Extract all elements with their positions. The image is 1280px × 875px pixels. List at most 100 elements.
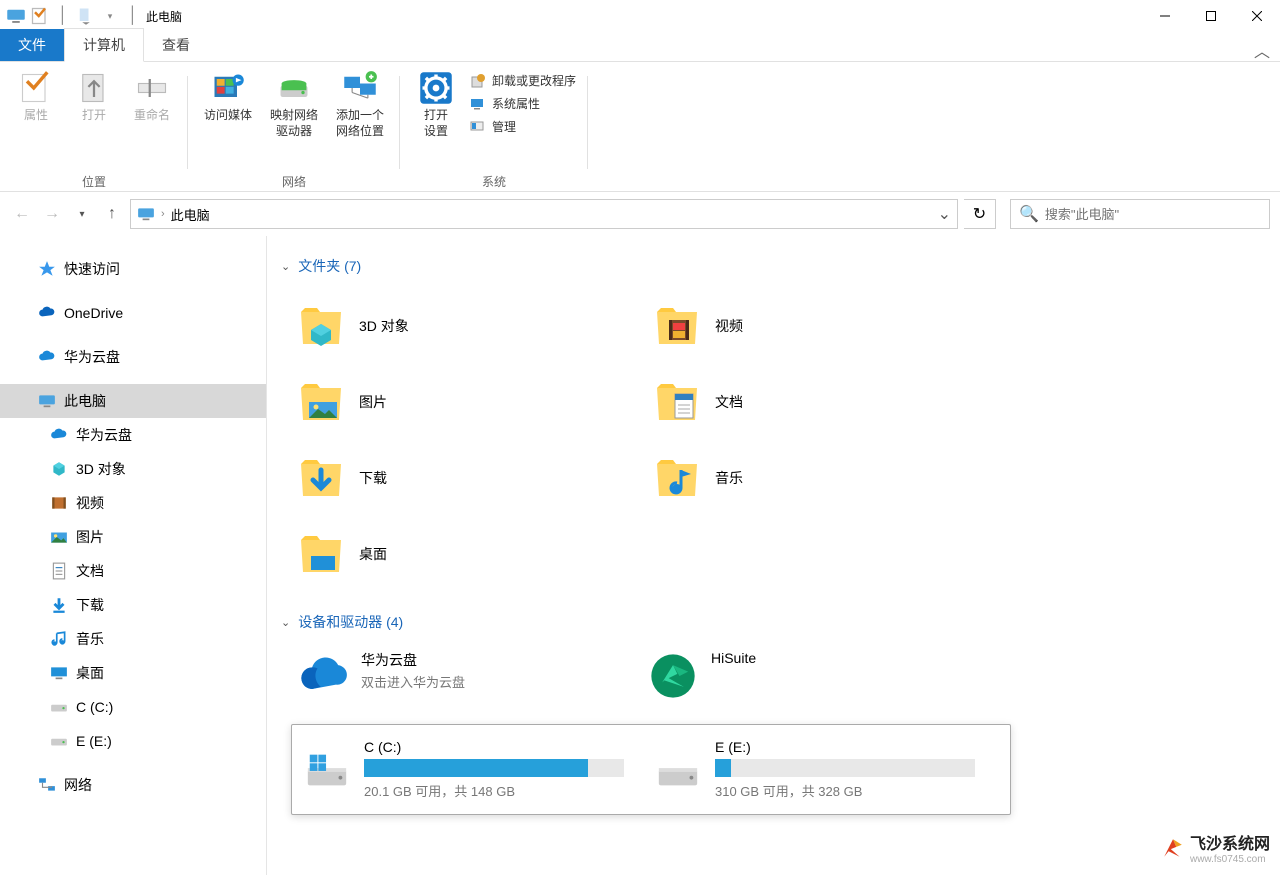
breadcrumb[interactable]: 此电脑 bbox=[171, 205, 210, 224]
devices-group-header[interactable]: ⌄设备和驱动器 (4) bbox=[275, 608, 1272, 636]
ribbon: 属性 打开 重命名 位置 访问媒体 映射网络 驱动器 bbox=[0, 62, 1280, 192]
sidebar-item-label: E (E:) bbox=[76, 733, 112, 749]
sidebar-onedrive[interactable]: OneDrive bbox=[0, 296, 266, 330]
properties-qat-icon[interactable] bbox=[30, 6, 50, 26]
tab-computer[interactable]: 计算机 bbox=[64, 28, 144, 62]
folder-item[interactable]: 3D 对象 bbox=[291, 288, 641, 364]
qat-sep: │ bbox=[58, 7, 68, 25]
folder-label: 视频 bbox=[715, 316, 743, 336]
manage-icon bbox=[470, 119, 486, 135]
chevron-down-icon: ⌄ bbox=[281, 260, 290, 273]
sidebar-network[interactable]: 网络 bbox=[0, 768, 266, 802]
folder-label: 音乐 bbox=[715, 468, 743, 488]
sidebar-item[interactable]: 视频 bbox=[0, 486, 266, 520]
cloud-icon bbox=[297, 650, 349, 702]
sidebar-item[interactable]: 下载 bbox=[0, 588, 266, 622]
drive-icon bbox=[50, 698, 68, 716]
media-icon bbox=[210, 70, 246, 106]
add-location-button[interactable]: 添加一个 网络位置 bbox=[328, 68, 392, 171]
recent-dropdown[interactable]: ▾ bbox=[70, 202, 94, 226]
sidebar-item-label: 视频 bbox=[76, 493, 104, 513]
back-button[interactable]: ← bbox=[10, 202, 34, 226]
folder-item[interactable]: 音乐 bbox=[647, 440, 997, 516]
uninstall-icon bbox=[470, 73, 486, 89]
drive-item[interactable]: C (C:)20.1 GB 可用，共 148 GB bbox=[300, 735, 651, 804]
ribbon-group-network: 访问媒体 映射网络 驱动器 添加一个 网络位置 网络 bbox=[188, 68, 400, 191]
search-input[interactable] bbox=[1045, 207, 1261, 222]
network-icon bbox=[38, 776, 56, 794]
navbar: ← → ▾ ↑ › 此电脑 ⌄ ↻ 🔍 bbox=[0, 192, 1280, 236]
cloud-icon bbox=[50, 426, 68, 444]
address-bar[interactable]: › 此电脑 ⌄ bbox=[130, 199, 958, 229]
sidebar: 快速访问 OneDrive 华为云盘 此电脑 华为云盘 3D 对象视频图片文档下载… bbox=[0, 236, 267, 875]
address-dropdown-icon[interactable]: ⌄ bbox=[938, 204, 951, 224]
maximize-button[interactable] bbox=[1188, 0, 1234, 32]
open-settings-button[interactable]: 打开 设置 bbox=[408, 68, 464, 171]
sidebar-item[interactable]: 图片 bbox=[0, 520, 266, 554]
star-icon bbox=[38, 260, 56, 278]
ribbon-group-system: 打开 设置 卸载或更改程序 系统属性 管理 系统 bbox=[400, 68, 588, 191]
device-item[interactable]: HiSuite bbox=[641, 644, 991, 708]
folders-group-header[interactable]: ⌄文件夹 (7) bbox=[275, 252, 1272, 280]
search-box[interactable]: 🔍 bbox=[1010, 199, 1270, 229]
close-button[interactable] bbox=[1234, 0, 1280, 32]
dropdown-qat-icon[interactable] bbox=[76, 6, 96, 26]
device-item[interactable]: 华为云盘双击进入华为云盘 bbox=[291, 644, 641, 708]
collapse-ribbon-icon[interactable]: ︿ bbox=[1254, 38, 1270, 62]
document-icon bbox=[50, 562, 68, 580]
ribbon-tabs: 文件 计算机 查看 ︿ bbox=[0, 32, 1280, 62]
3d-folder-icon bbox=[295, 300, 347, 352]
folder-item[interactable]: 下载 bbox=[291, 440, 641, 516]
window-title: 此电脑 bbox=[146, 8, 182, 25]
open-button[interactable]: 打开 bbox=[66, 68, 122, 171]
manage-link[interactable]: 管理 bbox=[466, 116, 580, 137]
open-icon bbox=[76, 70, 112, 106]
device-subtitle: 双击进入华为云盘 bbox=[361, 672, 465, 691]
tab-view[interactable]: 查看 bbox=[144, 29, 208, 61]
music-folder-icon bbox=[651, 452, 703, 504]
sidebar-item-label: 下载 bbox=[76, 595, 104, 615]
chevron-down-icon: ⌄ bbox=[281, 616, 290, 629]
drive-label: E (E:) bbox=[715, 739, 998, 755]
drive-free-text: 310 GB 可用，共 328 GB bbox=[715, 781, 998, 800]
sidebar-item-label: 3D 对象 bbox=[76, 459, 126, 479]
music-icon bbox=[50, 630, 68, 648]
sidebar-item[interactable]: 3D 对象 bbox=[0, 452, 266, 486]
folder-item[interactable]: 桌面 bbox=[291, 516, 641, 592]
sidebar-item[interactable]: 音乐 bbox=[0, 622, 266, 656]
titlebar: │ ▾ │ 此电脑 bbox=[0, 0, 1280, 32]
sidebar-quick-access[interactable]: 快速访问 bbox=[0, 252, 266, 286]
access-media-button[interactable]: 访问媒体 bbox=[196, 68, 260, 171]
sidebar-item[interactable]: 文档 bbox=[0, 554, 266, 588]
title-sep: │ bbox=[128, 7, 138, 25]
rename-button[interactable]: 重命名 bbox=[124, 68, 180, 171]
drive-item[interactable]: E (E:) 310 GB 可用，共 328 GB bbox=[651, 735, 1002, 804]
sidebar-item[interactable]: E (E:) bbox=[0, 724, 266, 758]
folder-item[interactable]: 文档 bbox=[647, 364, 997, 440]
sidebar-item[interactable]: C (C:) bbox=[0, 690, 266, 724]
folder-label: 桌面 bbox=[359, 544, 387, 564]
sidebar-item[interactable]: 桌面 bbox=[0, 656, 266, 690]
sidebar-this-pc[interactable]: 此电脑 bbox=[0, 384, 266, 418]
minimize-button[interactable] bbox=[1142, 0, 1188, 32]
refresh-button[interactable]: ↻ bbox=[964, 199, 996, 229]
content-pane: ⌄文件夹 (7) 3D 对象 视频图片文档下载 音乐桌面 ⌄设备和驱动器 (4) 华… bbox=[267, 236, 1280, 875]
folder-item[interactable]: 视频 bbox=[647, 288, 997, 364]
tab-file[interactable]: 文件 bbox=[0, 29, 64, 61]
up-button[interactable]: ↑ bbox=[100, 202, 124, 226]
video-folder-icon bbox=[651, 300, 703, 352]
uninstall-link[interactable]: 卸载或更改程序 bbox=[466, 70, 580, 91]
properties-button[interactable]: 属性 bbox=[8, 68, 64, 171]
folder-item[interactable]: 图片 bbox=[291, 364, 641, 440]
chevron-down-icon[interactable]: ▾ bbox=[100, 6, 120, 26]
system-properties-link[interactable]: 系统属性 bbox=[466, 93, 580, 114]
sidebar-huawei-cloud[interactable]: 华为云盘 bbox=[0, 340, 266, 374]
folder-label: 下载 bbox=[359, 468, 387, 488]
sidebar-item-label: 音乐 bbox=[76, 629, 104, 649]
forward-button[interactable]: → bbox=[40, 202, 64, 226]
watermark: 飞沙系统网 www.fs0745.com bbox=[1162, 830, 1270, 865]
desktop-icon bbox=[50, 664, 68, 682]
sidebar-item[interactable]: 华为云盘 bbox=[0, 418, 266, 452]
breadcrumb-sep: › bbox=[161, 208, 165, 220]
map-drive-button[interactable]: 映射网络 驱动器 bbox=[262, 68, 326, 171]
